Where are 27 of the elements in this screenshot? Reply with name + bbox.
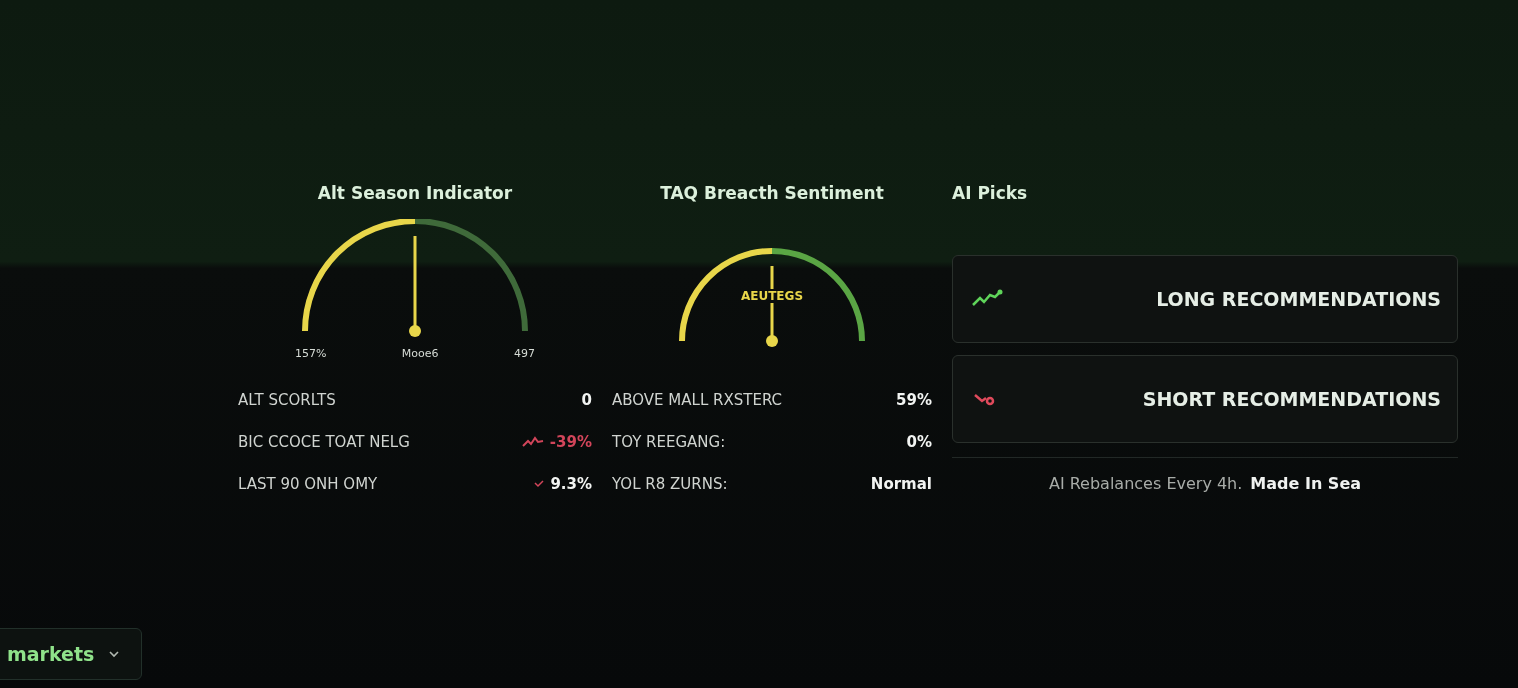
trend-icon [521, 436, 544, 448]
recommendations-button[interactable]: SHORT RECOMMENDATIONS [952, 355, 1458, 443]
stat-value: 59% [896, 391, 932, 409]
panel-title: Alt Season Indicator [317, 183, 513, 205]
footer-brand: Made In Sea [1250, 474, 1362, 493]
market-dropdown[interactable]: markets [0, 628, 142, 680]
panel-title: AI Picks [952, 183, 1028, 205]
stat-label: LAST 90 ONH OMY [238, 475, 378, 493]
recommendations-button[interactable]: LONG RECOMMENDATIONS [952, 255, 1458, 343]
gauge-label: AEUTEGS [740, 289, 804, 303]
gauge-label: Mooe6 [401, 347, 439, 360]
stat-label: ALT SCORLTS [238, 391, 336, 409]
footer-note: AI Rebalances Every 4h. [1048, 474, 1243, 493]
stat-label: BIC CCOCE TOAT NELG [238, 433, 410, 451]
stat-value: 0% [906, 433, 932, 451]
stat-label: YOL R8 ZURNS: [612, 475, 728, 493]
stat-value: 9.3% [550, 475, 592, 493]
stat-value: -39% [549, 433, 592, 451]
stat-value: Normal [870, 475, 932, 493]
chevron-down-icon [108, 650, 121, 658]
panel-title: TAQ Breacth Sentiment [660, 183, 884, 205]
stat-label: TOY REEGANG: [612, 433, 726, 451]
check-icon [534, 480, 545, 488]
stat-value: 0 [581, 391, 592, 409]
gauge-label: 157% [295, 347, 327, 360]
stat-label: ABOVE MALL RXSTERC [612, 391, 783, 409]
gauge-label: 497 [514, 347, 535, 360]
